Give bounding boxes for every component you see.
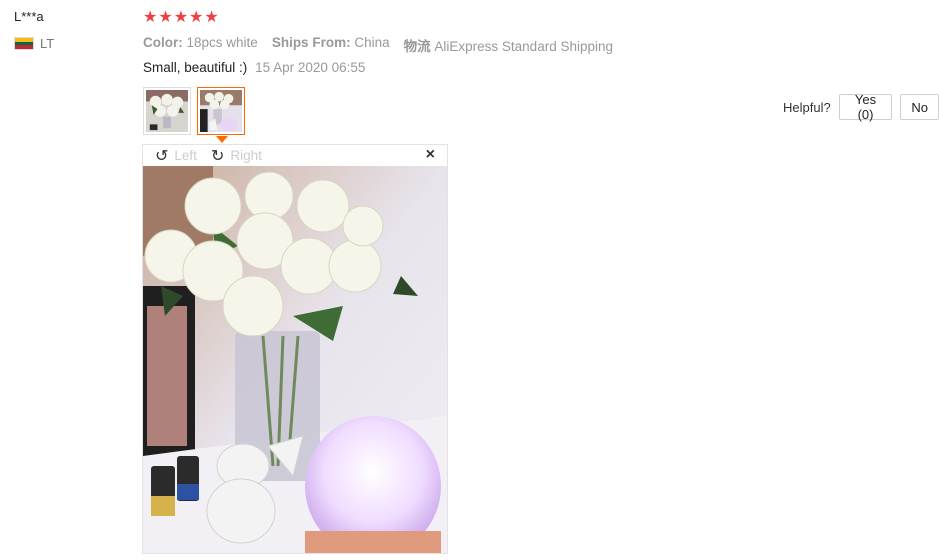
rotate-left-label: Left: [174, 148, 197, 163]
logistics-info: 物流 AliExpress Standard Shipping: [403, 39, 613, 54]
star-rating: ★ ★ ★ ★ ★: [143, 9, 219, 27]
rotate-right-button[interactable]: ↻ Right: [211, 146, 262, 166]
ships-from-info: Ships From: China: [271, 35, 390, 50]
close-icon[interactable]: ×: [426, 146, 435, 164]
star-icon: ★: [189, 9, 204, 26]
reviewer-country: LT: [14, 36, 54, 51]
rotate-right-icon: ↻: [210, 147, 225, 165]
review-text: Small, beautiful :): [143, 60, 248, 75]
helpful-no-button[interactable]: No: [900, 94, 939, 120]
order-info: Color: 18pcs white Ships From: China 物流 …: [143, 35, 613, 55]
reviewer-name: L***a: [14, 9, 44, 24]
lithuania-flag-icon: [14, 37, 34, 50]
star-icon: ★: [143, 9, 158, 26]
review-photo-large: [143, 166, 447, 553]
review-photo-thumbnails: [143, 87, 245, 135]
active-thumbnail-pointer: [216, 136, 228, 143]
color-info: Color: 18pcs white: [143, 35, 258, 50]
star-icon: ★: [158, 9, 173, 26]
star-icon: ★: [173, 9, 189, 26]
star-icon: ★: [204, 9, 219, 26]
country-code: LT: [40, 36, 55, 51]
helpful-label: Helpful?: [783, 99, 831, 115]
rotate-right-label: Right: [230, 148, 262, 163]
helpful-yes-button[interactable]: Yes (0): [838, 92, 893, 122]
rotate-left-icon: ↺: [155, 147, 169, 165]
photo-viewer: ↺ Left ↻ Right ×: [142, 144, 448, 554]
helpful-section: Helpful? Yes (0) No: [783, 92, 939, 122]
review-photo-thumbnail-1[interactable]: [143, 87, 191, 135]
review-date: 15 Apr 2020 06:55: [255, 60, 366, 75]
photo-viewer-toolbar: ↺ Left ↻ Right ×: [143, 145, 447, 166]
review-photo-thumbnail-2[interactable]: [197, 87, 245, 135]
rotate-left-button[interactable]: ↺ Left: [155, 146, 197, 166]
review-content: Small, beautiful :) 15 Apr 2020 06:55: [143, 60, 365, 75]
